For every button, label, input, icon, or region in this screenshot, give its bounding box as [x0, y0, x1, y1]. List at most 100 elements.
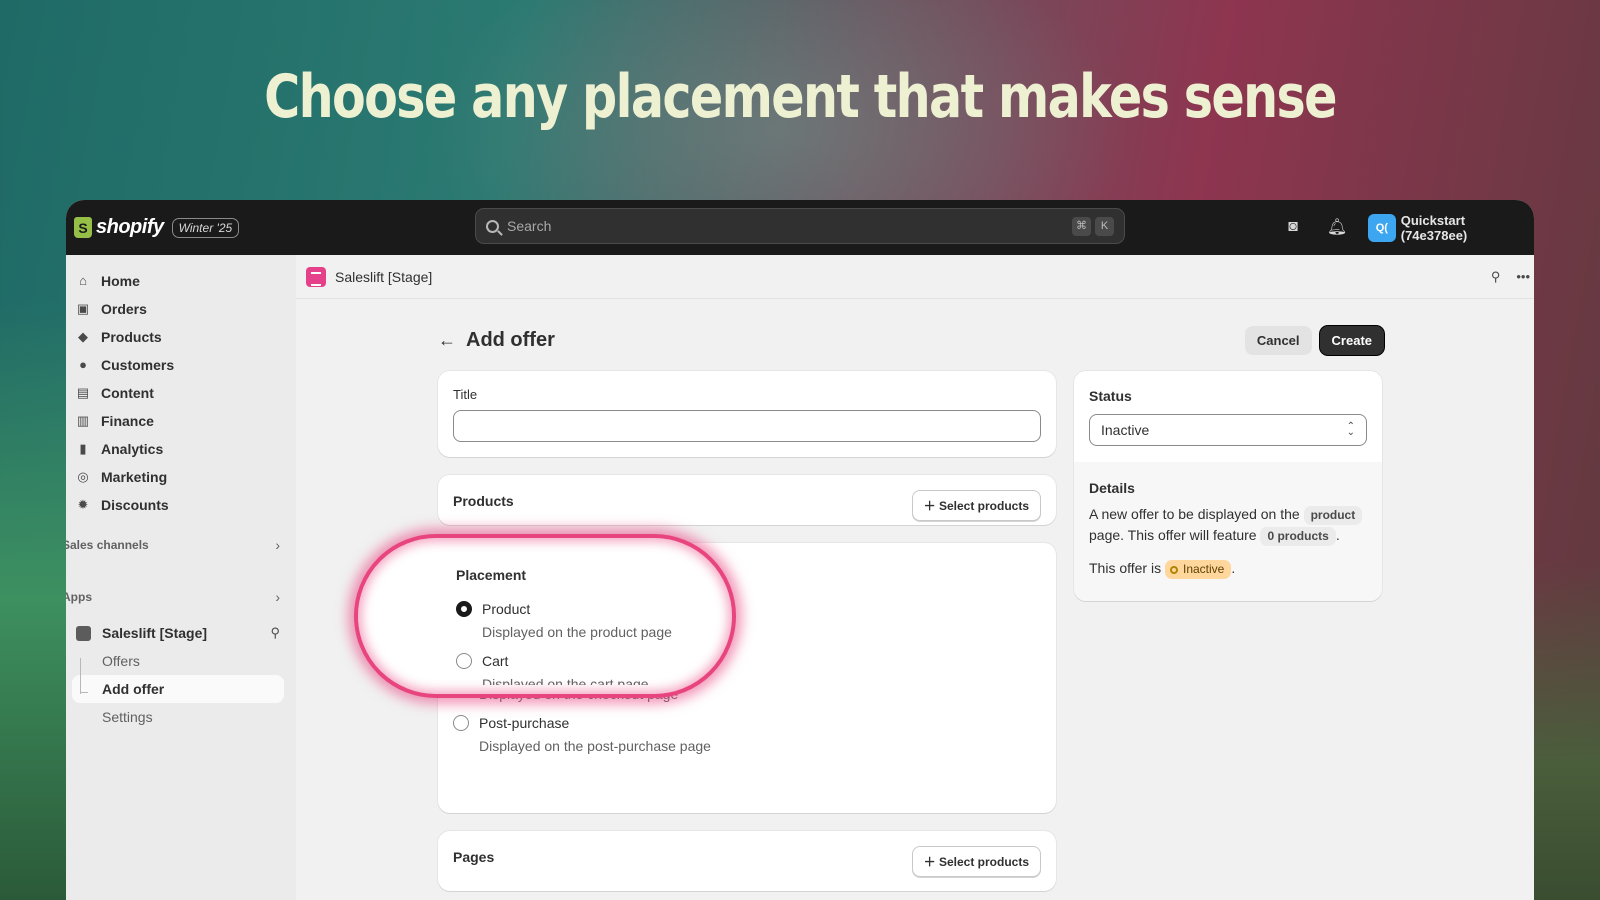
k-key: K	[1095, 216, 1114, 236]
title-input[interactable]	[453, 410, 1041, 442]
bell-icon[interactable]: 🔔︎	[1326, 217, 1348, 237]
status-title: Status	[1089, 388, 1132, 404]
sidebar-item-discounts[interactable]: ✹ Discounts	[66, 491, 296, 519]
title-label: Title	[453, 387, 478, 402]
command-key: ⌘	[1072, 216, 1091, 236]
status-select-value: Inactive	[1101, 422, 1150, 438]
app-title: Saleslift [Stage]	[335, 268, 433, 285]
details-text: A new offer to be displayed on the	[1089, 506, 1300, 522]
radio-checked[interactable]	[456, 601, 472, 617]
sidebar-item-analytics[interactable]: ▮ Analytics	[66, 435, 296, 463]
inbox-icon: ▣	[76, 301, 90, 316]
sidebar-item-products[interactable]: ◆ Products	[66, 323, 296, 351]
status-sentence: This offer is Inactive.	[1089, 558, 1367, 579]
sidebar: ⌂ Home ▣ Orders ◆ Products ● Customers ▤ Cont…	[66, 255, 296, 900]
discount-icon: ✹	[77, 497, 89, 512]
placement-option-post-purchase[interactable]: Post-purchase	[453, 713, 1041, 733]
radio[interactable]	[456, 653, 472, 669]
app-window: S shopify Winter '25 Search ⌘ K ◙ 🔔︎ Q( …	[66, 200, 1534, 900]
create-button[interactable]: Create	[1319, 326, 1384, 355]
cancel-button[interactable]: Cancel	[1244, 326, 1312, 355]
radio-help-text: Displayed on the post-purchase page	[479, 738, 711, 754]
details-text: page. This offer will feature	[1089, 527, 1257, 543]
select-products-button[interactable]: ＋ Select products	[911, 490, 1041, 521]
top-bar: S shopify Winter '25 Search ⌘ K ◙ 🔔︎ Q( …	[66, 200, 1534, 255]
app-icon	[76, 625, 91, 641]
title-card: Title	[438, 371, 1056, 457]
headline: Choose any placement that makes sense	[264, 62, 1337, 132]
chevron-right-icon: ›	[275, 537, 280, 553]
chevron-right-icon: ›	[275, 589, 280, 605]
pages-card: Pages ＋ Select products	[438, 831, 1056, 891]
details-text: .	[1335, 527, 1340, 543]
search-input[interactable]: Search ⌘ K	[475, 208, 1125, 244]
sidebar-item-add-offer[interactable]: Add offer	[72, 675, 284, 703]
sidebar-item-label: Customers	[101, 357, 175, 373]
products-card: Products ＋ Select products	[438, 475, 1056, 525]
placement-option-product[interactable]: Product	[456, 599, 672, 619]
sidebar-item-label: Home	[101, 273, 140, 289]
edition-badge: Winter '25	[171, 217, 240, 238]
account-menu[interactable]: Q( Quickstart (74e378ee)	[1368, 213, 1534, 243]
target-icon: ◎	[77, 469, 89, 484]
tag-icon: ◆	[78, 329, 88, 344]
radio-help-text: Displayed on the cart page	[482, 676, 649, 685]
pin-icon[interactable]: ⚲	[270, 625, 280, 641]
highlighted-placement-options: Placement Product Displayed on the produ…	[456, 567, 672, 685]
sidebar-item-saleslift[interactable]: Saleslift [Stage] ⚲	[66, 619, 296, 647]
sidebar-item-label: Orders	[101, 301, 147, 317]
account-name: Quickstart (74e378ee)	[1400, 213, 1468, 243]
monitor-icon: ▤	[76, 385, 90, 400]
sales-channels-section[interactable]: Sales channels ›	[66, 531, 296, 559]
placement-option-cart[interactable]: Cart	[456, 651, 672, 671]
tree-hook	[80, 692, 88, 693]
radio-label: Post-purchase	[479, 715, 570, 731]
page-header: ← Add offer Cancel Create	[438, 326, 1384, 355]
details-section: Details A new offer to be displayed on t…	[1074, 462, 1382, 601]
sidebar-item-home[interactable]: ⌂ Home	[66, 267, 296, 295]
chevron-up-down-icon: ⌃ ⌄	[1346, 421, 1355, 438]
back-arrow-icon[interactable]: ←	[438, 330, 456, 351]
sidebar-item-finance[interactable]: ▥ Finance	[66, 407, 296, 435]
status-select[interactable]: Inactive ⌃ ⌄	[1089, 414, 1367, 446]
sidebar-item-label: Content	[101, 385, 154, 401]
person-icon: ●	[79, 357, 87, 372]
saleslift-logo-icon	[306, 266, 326, 287]
placement-tag: product	[1303, 506, 1363, 525]
search-placeholder: Search	[507, 218, 552, 234]
select-pages-products-button[interactable]: ＋ Select products	[911, 846, 1041, 877]
status-badge-label: Inactive	[1183, 562, 1225, 576]
avatar: Q(	[1368, 214, 1396, 242]
radio-help-text: Displayed on the checkout page	[479, 686, 679, 702]
pin-icon[interactable]: ⚲	[1491, 269, 1501, 285]
apps-section[interactable]: Apps ›	[66, 583, 296, 611]
radio[interactable]	[453, 715, 469, 731]
sidebar-item-label: Discounts	[101, 497, 169, 513]
placement-title: Placement	[456, 567, 527, 583]
radio-label: Cart	[482, 653, 509, 669]
status-card: Status Inactive ⌃ ⌄ Details A new offer t…	[1074, 371, 1382, 601]
section-label: Apps	[66, 590, 92, 604]
page-title: Add offer	[466, 329, 555, 351]
sidebar-item-settings[interactable]: Settings	[72, 703, 284, 731]
more-icon[interactable]: •••	[1516, 269, 1530, 285]
sidebar-item-marketing[interactable]: ◎ Marketing	[66, 463, 296, 491]
sidebar-item-orders[interactable]: ▣ Orders	[66, 295, 296, 323]
sidebar-item-offers[interactable]: Offers	[72, 647, 284, 675]
shopify-bag-icon: S	[74, 217, 92, 238]
radio-help-text: Displayed on the product page	[482, 624, 672, 640]
sidebar-item-label: Analytics	[101, 441, 164, 457]
assistant-icon[interactable]: ◙	[1282, 218, 1304, 236]
sidebar-item-content[interactable]: ▤ Content	[66, 379, 296, 407]
products-count-tag: 0 products	[1260, 527, 1336, 546]
sidebar-item-label: Saleslift [Stage]	[102, 625, 208, 641]
details-text: This offer is	[1089, 560, 1162, 576]
shopify-logo[interactable]: S shopify Winter '25	[74, 216, 240, 239]
app-title-bar: Saleslift [Stage] ⚲ •••	[296, 255, 1534, 299]
sidebar-item-customers[interactable]: ● Customers	[66, 351, 296, 379]
search-icon	[486, 219, 499, 233]
button-label: Select products	[938, 499, 1029, 513]
section-label: Sales channels	[66, 538, 149, 552]
button-label: Select products	[938, 855, 1029, 869]
tree-line	[80, 658, 81, 694]
